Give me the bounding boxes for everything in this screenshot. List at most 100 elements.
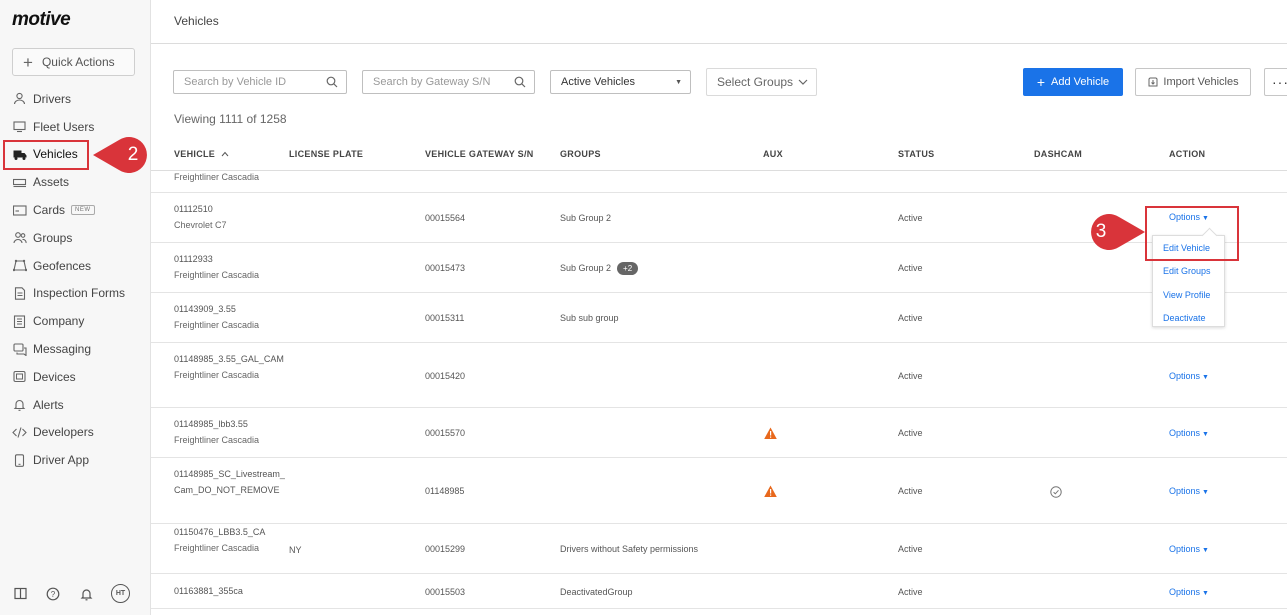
options-dropdown-trigger[interactable]: Options ▼ [1169, 584, 1209, 602]
table-row[interactable]: 01143909_3.55 Freightliner Cascadia 000153… [151, 293, 1287, 343]
vehicle-id-link[interactable]: 01143909_3.55 [174, 301, 286, 317]
sort-ascending-icon [221, 151, 229, 157]
import-icon [1148, 77, 1158, 87]
user-avatar[interactable]: HT [111, 584, 130, 603]
groups-select[interactable]: Select Groups [706, 68, 817, 96]
status-cell: Active [898, 371, 923, 381]
vehicle-status-select[interactable]: Active Vehicles ▼ [550, 70, 691, 94]
status-cell: Active [898, 263, 923, 273]
column-gateway[interactable]: VEHICLE GATEWAY S/N [425, 149, 534, 159]
groups-cell: Sub Group 2 [560, 210, 611, 226]
phone-icon [12, 453, 27, 468]
vehicle-id-link[interactable]: 01150476_LBB3.5_CA [174, 524, 286, 540]
column-groups[interactable]: GROUPS [560, 149, 601, 159]
table-row-partial[interactable]: Freightliner Cascadia [151, 171, 1287, 193]
caret-down-icon: ▼ [1202, 374, 1209, 381]
table-row[interactable]: 01163881_355ca 00015503 DeactivatedGroup Ac… [151, 574, 1287, 609]
table-row[interactable]: 01112933 Freightliner Cascadia 00015473 Sub… [151, 243, 1287, 293]
sidebar-item-driver-app[interactable]: Driver App [0, 446, 150, 474]
vehicle-id-link[interactable]: 01112510 [174, 201, 286, 217]
vehicle-id-search[interactable] [173, 70, 347, 94]
vehicle-cell: 01150476_LBB3.5_CA Freightliner Cascadia [174, 524, 286, 556]
options-dropdown-trigger[interactable]: Options ▼ [1169, 368, 1209, 386]
license-plate-cell: NY [289, 545, 302, 555]
table-row[interactable]: 01148985_3.55_GAL_CAM Freightliner Cascad… [151, 343, 1287, 408]
sidebar-item-assets[interactable]: Assets [0, 168, 150, 196]
sidebar-item-label: Drivers [33, 91, 71, 106]
menu-item-deactivate[interactable]: Deactivate [1163, 310, 1206, 326]
sidebar-item-messaging[interactable]: Messaging [0, 335, 150, 363]
group-name: Sub Group 2 [560, 263, 612, 273]
plus-icon: + [1036, 74, 1046, 90]
bell-icon [12, 397, 27, 412]
column-vehicle[interactable]: VEHICLE [174, 149, 229, 159]
menu-item-view-profile[interactable]: View Profile [1163, 287, 1210, 303]
page-title: Vehicles [174, 14, 219, 28]
column-aux[interactable]: AUX [763, 149, 783, 159]
menu-item-edit-groups[interactable]: Edit Groups [1163, 263, 1211, 279]
sidebar-item-label: Company [33, 314, 85, 329]
vehicle-id-search-input[interactable] [184, 76, 304, 88]
column-status[interactable]: STATUS [898, 149, 934, 159]
vehicle-model: Freightliner Cascadia [174, 370, 260, 380]
vehicle-id-link[interactable]: 01112933 [174, 251, 286, 267]
vehicle-id-link[interactable]: 01148985_lbb3.55 [174, 416, 286, 432]
sidebar-item-vehicles[interactable]: Vehicles [0, 141, 150, 169]
import-vehicles-button[interactable]: Import Vehicles [1135, 68, 1251, 96]
sidebar-footer: ? HT [12, 584, 130, 603]
table-row[interactable]: 01148985_SC_Livestream_Cam_DO_NOT_REMOVE… [151, 458, 1287, 524]
options-dropdown-menu: Edit Vehicle Edit Groups View Profile Deact… [1152, 235, 1225, 327]
caret-down-icon: ▼ [1202, 489, 1209, 496]
table-row[interactable]: 01112510 Chevrolet C7 00015564 Sub Group 2 A… [151, 193, 1287, 243]
quick-actions-button[interactable]: + Quick Actions [12, 48, 135, 76]
table-row[interactable]: 01150476_LBB3.5_CA Freightliner Cascadia N… [151, 524, 1287, 574]
sidebar-item-geofences[interactable]: Geofences [0, 252, 150, 280]
motive-logo[interactable]: motive [12, 9, 71, 31]
options-dropdown-trigger[interactable]: Options ▼ [1169, 212, 1209, 222]
sidebar-item-fleet-users[interactable]: Fleet Users [0, 113, 150, 141]
vehicle-id-link[interactable]: 01148985_3.55_GAL_CAM [174, 351, 286, 367]
sidebar-item-label: Fleet Users [33, 119, 95, 134]
more-actions-button[interactable]: ··· [1264, 68, 1287, 96]
options-dropdown-trigger[interactable]: Options ▼ [1169, 425, 1209, 443]
vehicle-cell: 01163881_355ca [174, 583, 286, 599]
column-dashcam[interactable]: DASHCAM [1034, 149, 1082, 159]
sidebar-item-cards[interactable]: Cards NEW [0, 196, 150, 224]
sidebar-item-groups[interactable]: Groups [0, 224, 150, 252]
caret-down-icon: ▼ [675, 78, 682, 86]
sidebar-item-devices[interactable]: Devices [0, 363, 150, 391]
sidebar-item-developers[interactable]: Developers [0, 419, 150, 447]
gateway-search[interactable] [362, 70, 535, 94]
caret-down-icon: ▼ [1202, 431, 1209, 438]
building-icon [12, 314, 27, 329]
options-dropdown-trigger[interactable]: Options ▼ [1169, 541, 1209, 559]
sidebar-item-company[interactable]: Company [0, 307, 150, 335]
gateway-cell: 00015503 [425, 587, 466, 597]
column-license-plate[interactable]: LICENSE PLATE [289, 149, 363, 159]
vehicle-model: Freightliner Cascadia [174, 435, 260, 445]
sidebar-item-alerts[interactable]: Alerts [0, 391, 150, 419]
page-header: Vehicles [151, 0, 1287, 44]
more-groups-badge[interactable]: +2 [617, 262, 639, 275]
gateway-search-input[interactable] [373, 76, 493, 88]
options-dropdown-trigger[interactable]: Options ▼ [1169, 483, 1209, 501]
book-icon[interactable] [12, 586, 28, 602]
vehicle-id-link[interactable]: 01148985_SC_Livestream_Cam_DO_NOT_REMOVE [174, 466, 286, 498]
group-name: Drivers without Safety permissions [560, 544, 699, 554]
add-vehicle-button[interactable]: + Add Vehicle [1023, 68, 1123, 96]
vehicles-table-header: VEHICLE LICENSE PLATE VEHICLE GATEWAY S/… [151, 138, 1287, 171]
vehicle-id-link[interactable]: 01163881_355ca [174, 583, 286, 599]
options-label: Options [1169, 486, 1201, 496]
table-row[interactable]: 01148985_lbb3.55 Freightliner Cascadia 000… [151, 408, 1287, 458]
plus-icon: + [23, 52, 33, 72]
help-icon[interactable]: ? [45, 586, 61, 602]
sidebar-item-label: Geofences [33, 258, 92, 273]
menu-item-edit-vehicle[interactable]: Edit Vehicle [1163, 240, 1210, 256]
sidebar-item-drivers[interactable]: Drivers [0, 85, 150, 113]
document-icon [12, 286, 27, 301]
sidebar-item-label: Driver App [33, 453, 90, 468]
groups-cell: DeactivatedGroup [560, 584, 633, 600]
gateway-cell: 00015473 [425, 263, 466, 273]
notification-bell-icon[interactable] [78, 586, 94, 602]
sidebar-item-inspection-forms[interactable]: Inspection Forms [0, 280, 150, 308]
